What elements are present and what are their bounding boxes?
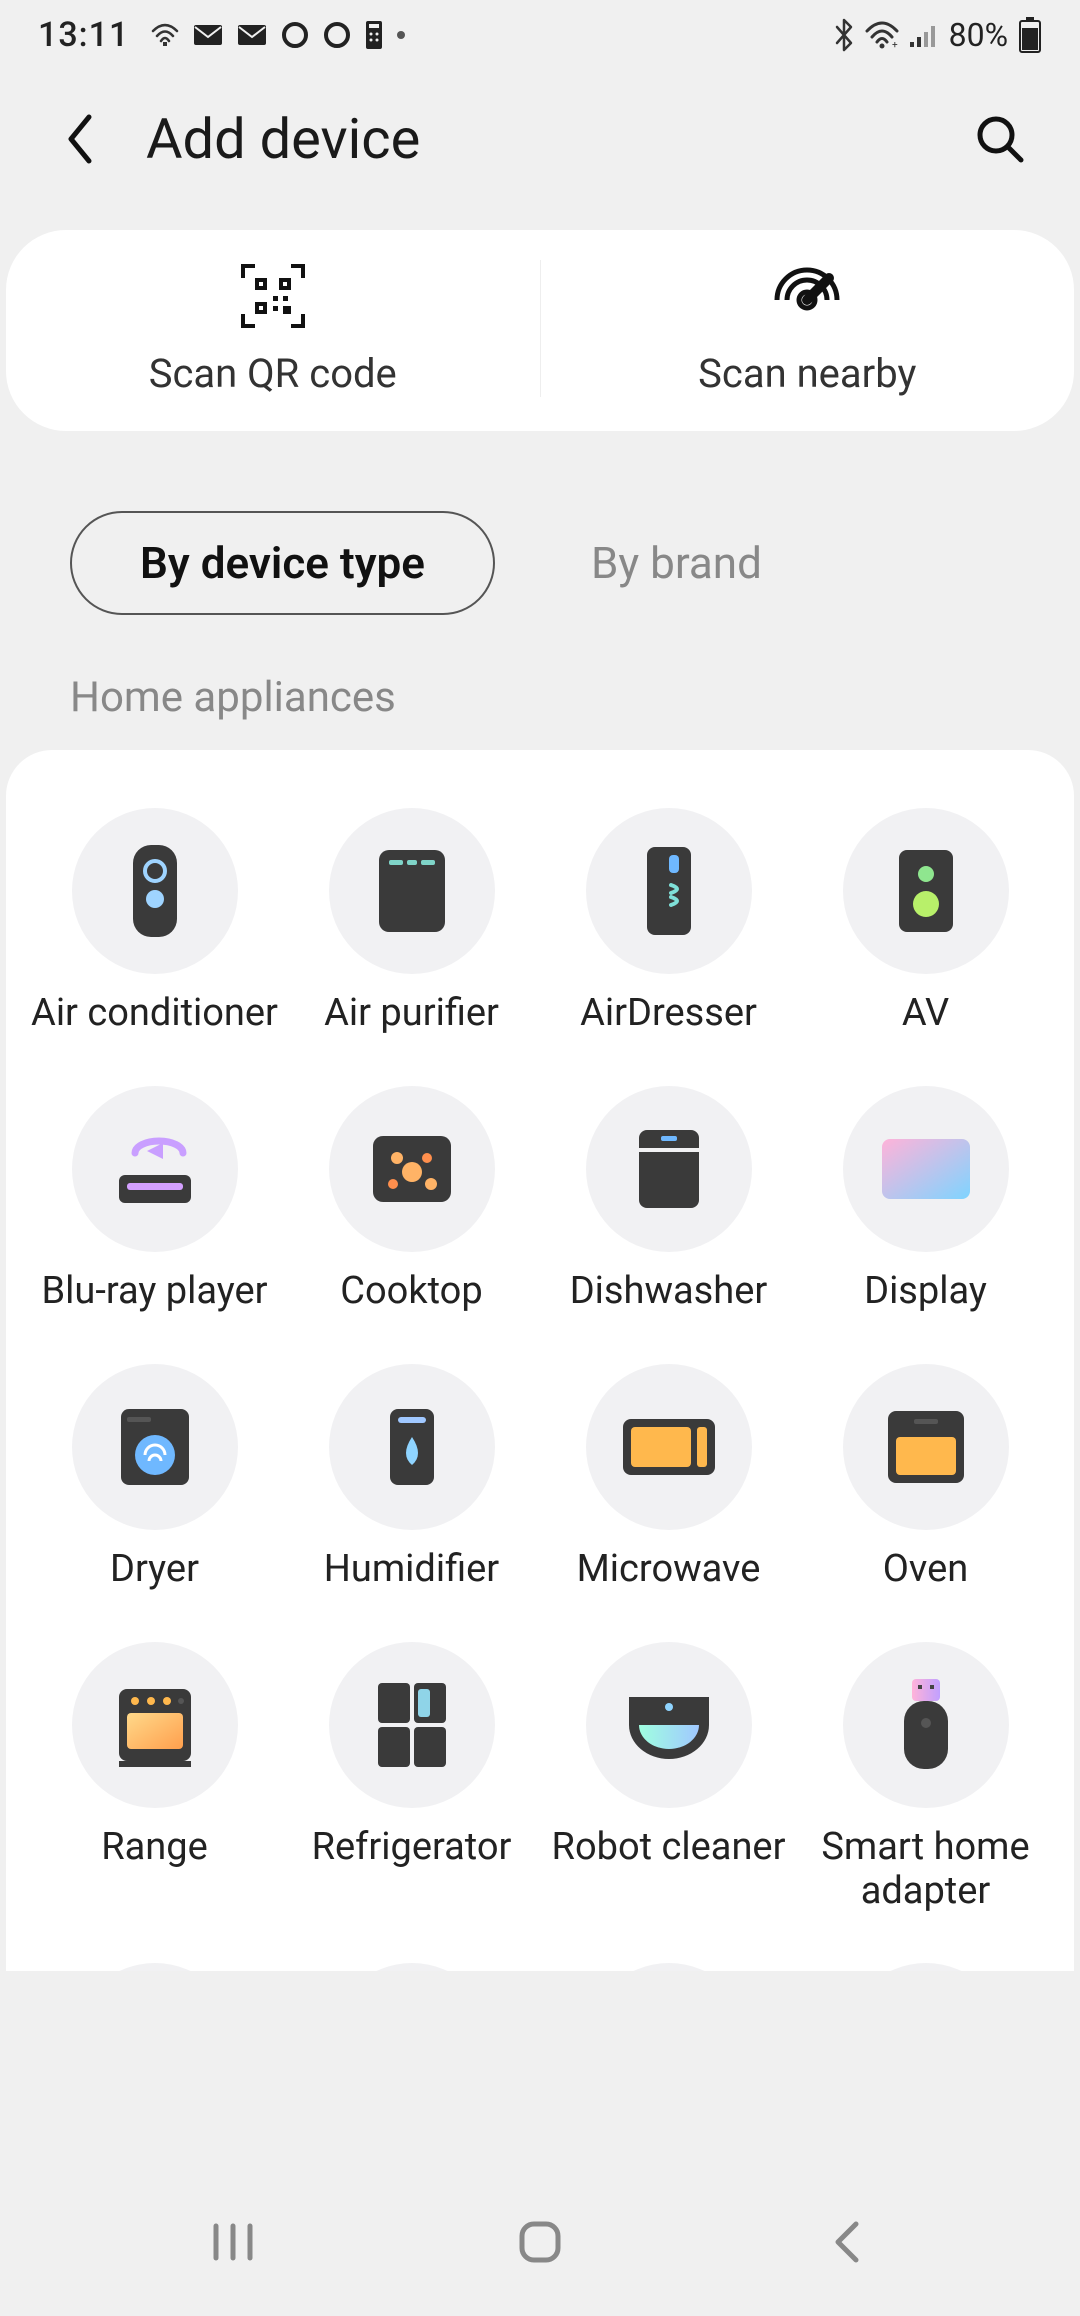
qr-icon [237,260,309,332]
oven-icon [843,1364,1009,1530]
battery-percent: 80% [949,16,1008,54]
device-label: Refrigerator [312,1826,512,1870]
device-label: Humidifier [324,1548,499,1592]
scan-nearby[interactable]: Scan nearby [540,260,1075,397]
display-icon [843,1086,1009,1252]
circle-icon [281,21,309,49]
refrigerator-icon [329,1642,495,1808]
device-label: Oven [883,1548,968,1592]
device-dryer[interactable]: Dryer [26,1364,283,1592]
scan-qr-label: Scan QR code [149,350,397,397]
air-purifier-icon [329,808,495,974]
device-label: Microwave [577,1548,761,1592]
section-title-home-appliances: Home appliances [0,615,1080,750]
device-airdresser[interactable]: AirDresser [540,808,797,1036]
range-icon [72,1642,238,1808]
device-blu-ray-player[interactable]: Blu-ray player [26,1086,283,1314]
cooktop-icon [329,1086,495,1252]
system-nav-bar [0,2168,1080,2316]
nav-back-button[interactable] [807,2202,887,2282]
device-range[interactable]: Range [26,1642,283,1913]
humidifier-icon [329,1364,495,1530]
scan-qr-code[interactable]: Scan QR code [6,260,540,397]
robot-cleaner-icon [586,1642,752,1808]
battery-icon [1018,17,1042,53]
device-peek-icon[interactable] [586,1963,752,1971]
device-peek-icon[interactable] [329,1963,495,1971]
back-button[interactable] [50,109,110,169]
remote-icon [365,20,383,50]
tab-by-device-type[interactable]: By device type [70,511,495,615]
status-clock: 13:11 [38,15,129,55]
device-grid: Air conditioner Air purifier AirDresser … [26,808,1054,1913]
scan-card: Scan QR code Scan nearby [6,230,1074,431]
status-bar: 13:11 + 80% [0,0,1080,70]
device-peek-icon[interactable] [72,1963,238,1971]
device-refrigerator[interactable]: Refrigerator [283,1642,540,1913]
device-air-purifier[interactable]: Air purifier [283,808,540,1036]
device-label: Air purifier [324,992,499,1036]
device-humidifier[interactable]: Humidifier [283,1364,540,1592]
dryer-icon [72,1364,238,1530]
status-right: + 80% [833,16,1042,54]
airdresser-icon [586,808,752,974]
scan-nearby-label: Scan nearby [698,350,916,397]
air-conditioner-icon [72,808,238,974]
device-cooktop[interactable]: Cooktop [283,1086,540,1314]
filter-tabs: By device type By brand [0,431,1080,615]
device-label: Dishwasher [570,1270,768,1314]
device-display[interactable]: Display [797,1086,1054,1314]
device-oven[interactable]: Oven [797,1364,1054,1592]
search-button[interactable] [970,109,1030,169]
device-label: Blu-ray player [41,1270,267,1314]
device-label: AV [902,992,949,1036]
av-icon [843,808,1009,974]
device-label: Range [101,1826,208,1870]
device-label: Dryer [110,1548,199,1592]
recent-apps-button[interactable] [193,2202,273,2282]
home-button[interactable] [500,2202,580,2282]
device-dishwasher[interactable]: Dishwasher [540,1086,797,1314]
bluetooth-icon [833,18,855,52]
device-label: Robot cleaner [552,1826,786,1870]
blu-ray-icon [72,1086,238,1252]
device-microwave[interactable]: Microwave [540,1364,797,1592]
microwave-icon [586,1364,752,1530]
wifi-icon: + [865,21,899,49]
wifi-small-icon [151,23,179,47]
more-notifications-dot [397,31,405,39]
smart-home-adapter-icon [843,1642,1009,1808]
device-label: Air conditioner [31,992,278,1036]
device-label: Cooktop [340,1270,482,1314]
device-label: AirDresser [580,992,757,1036]
status-left: 13:11 [38,15,405,55]
device-grid-peek [26,1913,1054,1971]
device-label: Smart home adapter [797,1826,1054,1913]
device-label: Display [864,1270,987,1314]
dishwasher-icon [586,1086,752,1252]
device-robot-cleaner[interactable]: Robot cleaner [540,1642,797,1913]
signal-icon [909,22,939,48]
device-air-conditioner[interactable]: Air conditioner [26,808,283,1036]
device-smart-home-adapter[interactable]: Smart home adapter [797,1642,1054,1913]
tab-by-brand[interactable]: By brand [535,511,818,615]
app-header: Add device [0,70,1080,212]
mail-icon [193,23,223,47]
page-title: Add device [146,106,420,172]
radar-icon [771,260,843,332]
device-peek-icon[interactable] [843,1963,1009,1971]
circle-icon [323,21,351,49]
device-grid-card: Air conditioner Air purifier AirDresser … [6,750,1074,1971]
mail-icon [237,23,267,47]
device-av[interactable]: AV [797,808,1054,1036]
svg-text:+: + [892,40,898,49]
